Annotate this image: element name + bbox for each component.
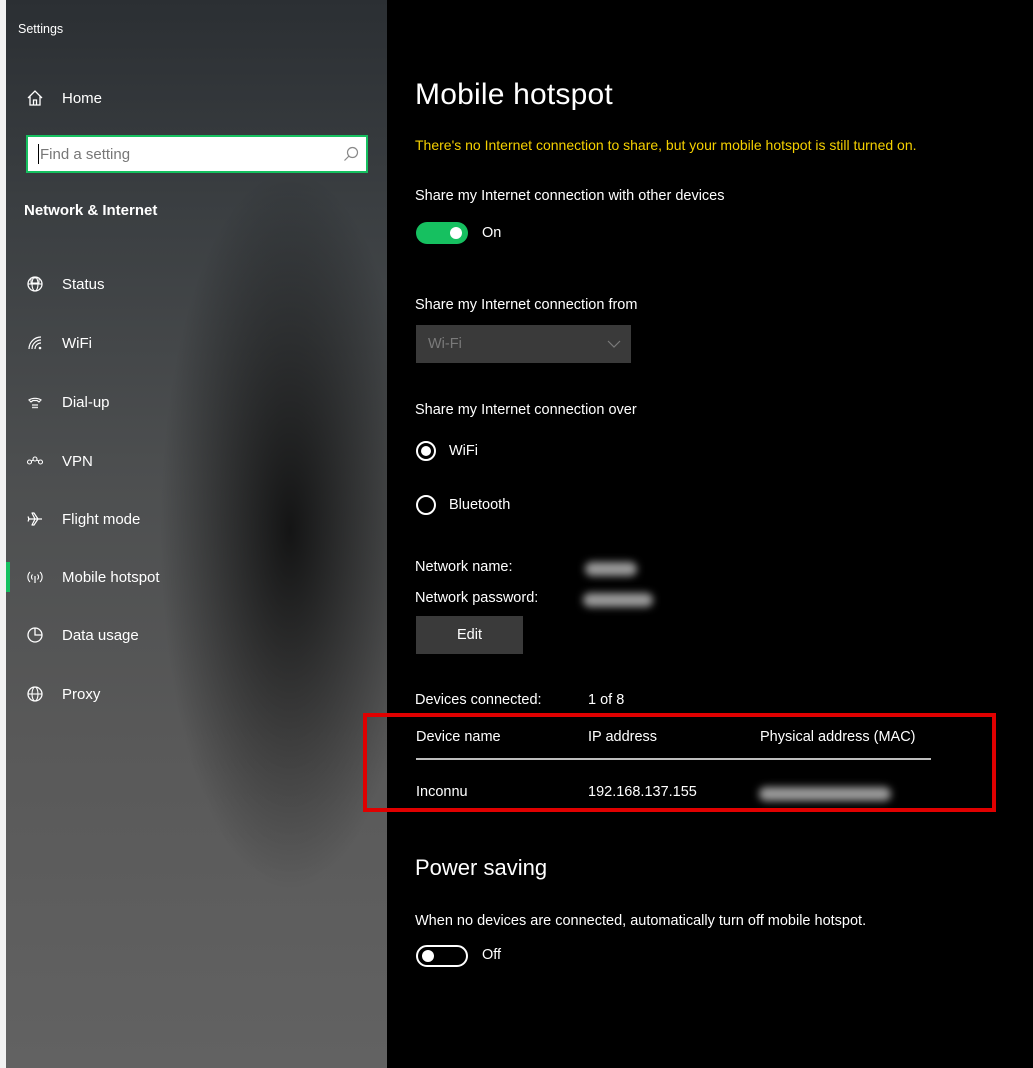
search-input[interactable] <box>40 137 336 171</box>
radio-button <box>416 495 436 515</box>
radio-label: WiFi <box>449 443 478 459</box>
network-name-redacted <box>585 562 637 576</box>
sidebar-item-flight-mode[interactable]: Flight mode <box>24 505 140 533</box>
sidebar: Settings Home Network & Internet Status … <box>0 0 387 1068</box>
radio-wifi[interactable]: WiFi <box>416 440 478 462</box>
radio-bluetooth[interactable]: Bluetooth <box>416 494 510 516</box>
sidebar-item-label: Dial-up <box>62 393 110 411</box>
chevron-down-icon <box>597 340 631 348</box>
sidebar-item-label: Data usage <box>62 626 139 644</box>
network-password-label: Network password: <box>415 590 539 606</box>
home-nav-item[interactable]: Home <box>24 86 102 110</box>
active-indicator <box>6 562 10 592</box>
sidebar-item-label: WiFi <box>62 334 92 352</box>
share-toggle-state: On <box>482 225 502 241</box>
highlight-annotation-box <box>363 713 996 812</box>
radio-button <box>416 441 436 461</box>
sidebar-item-dial-up[interactable]: Dial-up <box>24 388 110 416</box>
data-usage-icon <box>24 624 46 646</box>
dial-up-icon <box>24 391 46 413</box>
sidebar-item-wifi[interactable]: WiFi <box>24 329 92 357</box>
search-box[interactable] <box>26 135 368 173</box>
sidebar-item-label: Flight mode <box>62 510 141 528</box>
home-icon <box>24 89 46 107</box>
share-from-label: Share my Internet connection from <box>415 297 638 313</box>
toggle-knob <box>450 227 462 239</box>
devices-connected-value: 1 of 8 <box>588 692 625 708</box>
page-title: Mobile hotspot <box>415 78 613 111</box>
power-toggle-state: Off <box>482 947 502 963</box>
home-label: Home <box>62 89 103 107</box>
toggle-knob <box>422 950 434 962</box>
sidebar-item-status[interactable]: Status <box>24 270 105 298</box>
share-toggle[interactable] <box>416 222 468 244</box>
hotspot-icon <box>24 566 46 588</box>
network-password-redacted <box>583 593 653 607</box>
app-title: Settings <box>18 22 64 36</box>
sidebar-item-label: Mobile hotspot <box>62 568 160 586</box>
sidebar-item-data-usage[interactable]: Data usage <box>24 621 139 649</box>
power-saving-desc: When no devices are connected, automatic… <box>415 913 867 929</box>
network-name-label: Network name: <box>415 559 513 575</box>
airplane-icon <box>24 508 46 530</box>
share-from-dropdown[interactable]: Wi-Fi <box>416 325 631 363</box>
share-label: Share my Internet connection with other … <box>415 188 725 204</box>
text-caret <box>38 144 39 164</box>
globe-icon <box>24 683 46 705</box>
sidebar-item-label: Status <box>62 275 105 293</box>
power-saving-toggle[interactable] <box>416 945 468 967</box>
search-icon[interactable] <box>336 137 366 171</box>
globe-status-icon <box>24 273 46 295</box>
devices-connected-label: Devices connected: <box>415 692 542 708</box>
wifi-icon <box>24 332 46 354</box>
vpn-icon <box>24 450 46 472</box>
section-title: Network & Internet <box>24 202 158 219</box>
share-over-label: Share my Internet connection over <box>415 402 637 418</box>
main-panel: Mobile hotspot There's no Internet conne… <box>387 0 1033 1068</box>
sidebar-item-proxy[interactable]: Proxy <box>24 680 100 708</box>
radio-label: Bluetooth <box>449 497 511 513</box>
share-from-value: Wi-Fi <box>428 336 462 352</box>
sidebar-item-label: VPN <box>62 452 93 470</box>
sidebar-item-mobile-hotspot[interactable]: Mobile hotspot <box>24 563 160 591</box>
power-saving-title: Power saving <box>415 855 548 880</box>
edit-button[interactable]: Edit <box>416 616 523 654</box>
sidebar-item-label: Proxy <box>62 685 101 703</box>
sidebar-item-vpn[interactable]: VPN <box>24 447 93 475</box>
warning-text: There's no Internet connection to share,… <box>415 137 917 153</box>
